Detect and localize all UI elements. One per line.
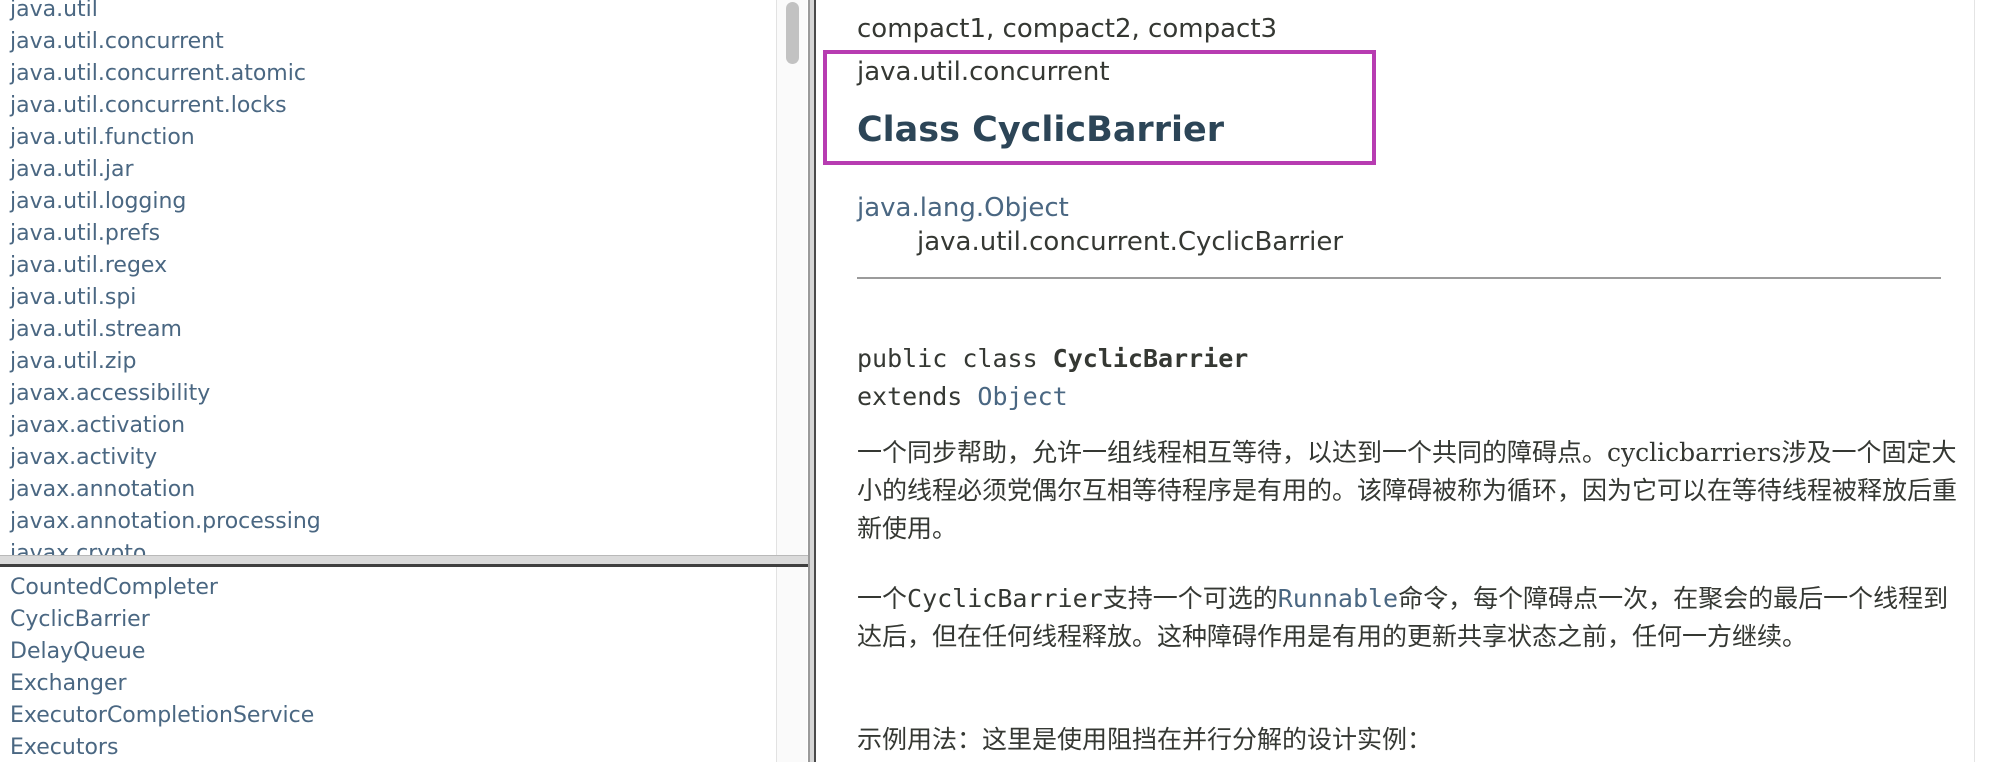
class-link[interactable]: CountedCompleter [10, 572, 314, 604]
signature-extends: extends [857, 382, 978, 411]
package-link[interactable]: java.util.stream [10, 314, 321, 346]
signature-prefix: public class [857, 344, 1053, 373]
package-link[interactable]: java.util.concurrent [10, 26, 321, 58]
package-link[interactable]: java.util.jar [10, 154, 321, 186]
description-paragraph: 一个同步帮助，允许一组线程相互等待，以达到一个共同的障碍点。cyclicbarr… [857, 438, 1958, 543]
example-usage-paragraph: 示例用法：这里是使用阻挡在并行分解的设计实例： [857, 725, 1433, 754]
left-frame: java.util java.util.concurrent java.util… [0, 0, 808, 762]
class-link[interactable]: DelayQueue [10, 636, 314, 668]
package-link[interactable]: java.util.concurrent.atomic [10, 58, 321, 90]
frame-splitter-horizontal[interactable] [0, 555, 808, 567]
package-link[interactable]: java.util [10, 0, 321, 26]
package-link[interactable]: java.util.spi [10, 282, 321, 314]
class-link[interactable]: ExecutorCompletionService [10, 700, 314, 732]
class-doc-frame: compact1, compact2, compact3 java.util.c… [816, 0, 1992, 762]
package-link[interactable]: javax.annotation.processing [10, 506, 321, 538]
signature-class-name: CyclicBarrier [1052, 344, 1249, 373]
class-signature: public class CyclicBarrier extends Objec… [857, 340, 1248, 416]
frame-splitter-vertical[interactable] [808, 0, 816, 762]
package-link[interactable]: javax.annotation [10, 474, 321, 506]
class-link[interactable]: Exchanger [10, 668, 314, 700]
inheritance-child: java.util.concurrent.CyclicBarrier [917, 227, 1344, 257]
package-link[interactable]: java.util.zip [10, 346, 321, 378]
package-list: java.util java.util.concurrent java.util… [10, 0, 321, 555]
signature-extends-link[interactable]: Object [977, 382, 1067, 411]
compact-profiles: compact1, compact2, compact3 [857, 14, 1278, 44]
class-link[interactable]: Executors [10, 732, 314, 762]
package-list-scrollbar[interactable] [776, 0, 807, 555]
class-link[interactable]: CyclicBarrier [10, 604, 314, 636]
inheritance-parent-link[interactable]: java.lang.Object [857, 193, 1069, 223]
class-list: CountedCompleter CyclicBarrier DelayQueu… [10, 572, 314, 762]
package-link[interactable]: javax.activity [10, 442, 321, 474]
class-list-scrollbar[interactable] [776, 567, 807, 762]
class-title: Class CyclicBarrier [857, 110, 1224, 150]
para2-text: 一个 [857, 584, 908, 613]
package-link[interactable]: java.util.concurrent.locks [10, 90, 321, 122]
package-link[interactable]: javax.accessibility [10, 378, 321, 410]
para2-text: 支持一个可选的 [1102, 584, 1278, 613]
package-link[interactable]: java.util.logging [10, 186, 321, 218]
package-link[interactable]: javax.crypto [10, 538, 321, 555]
package-link[interactable]: javax.activation [10, 410, 321, 442]
divider [857, 277, 1941, 279]
runnable-link[interactable]: Runnable [1278, 584, 1398, 613]
doc-scrollbar[interactable] [1974, 0, 1992, 762]
para2-code: CyclicBarrier [907, 584, 1103, 613]
package-label: java.util.concurrent [857, 57, 1110, 87]
class-list-pane: CountedCompleter CyclicBarrier DelayQueu… [0, 567, 808, 762]
package-link[interactable]: java.util.prefs [10, 218, 321, 250]
package-list-pane: java.util java.util.concurrent java.util… [0, 0, 808, 555]
package-link[interactable]: java.util.function [10, 122, 321, 154]
package-link[interactable]: java.util.regex [10, 250, 321, 282]
description-paragraph-2: 一个CyclicBarrier支持一个可选的Runnable命令，每个障碍点一次… [857, 580, 1957, 656]
package-list-scroll-thumb[interactable] [786, 2, 799, 64]
